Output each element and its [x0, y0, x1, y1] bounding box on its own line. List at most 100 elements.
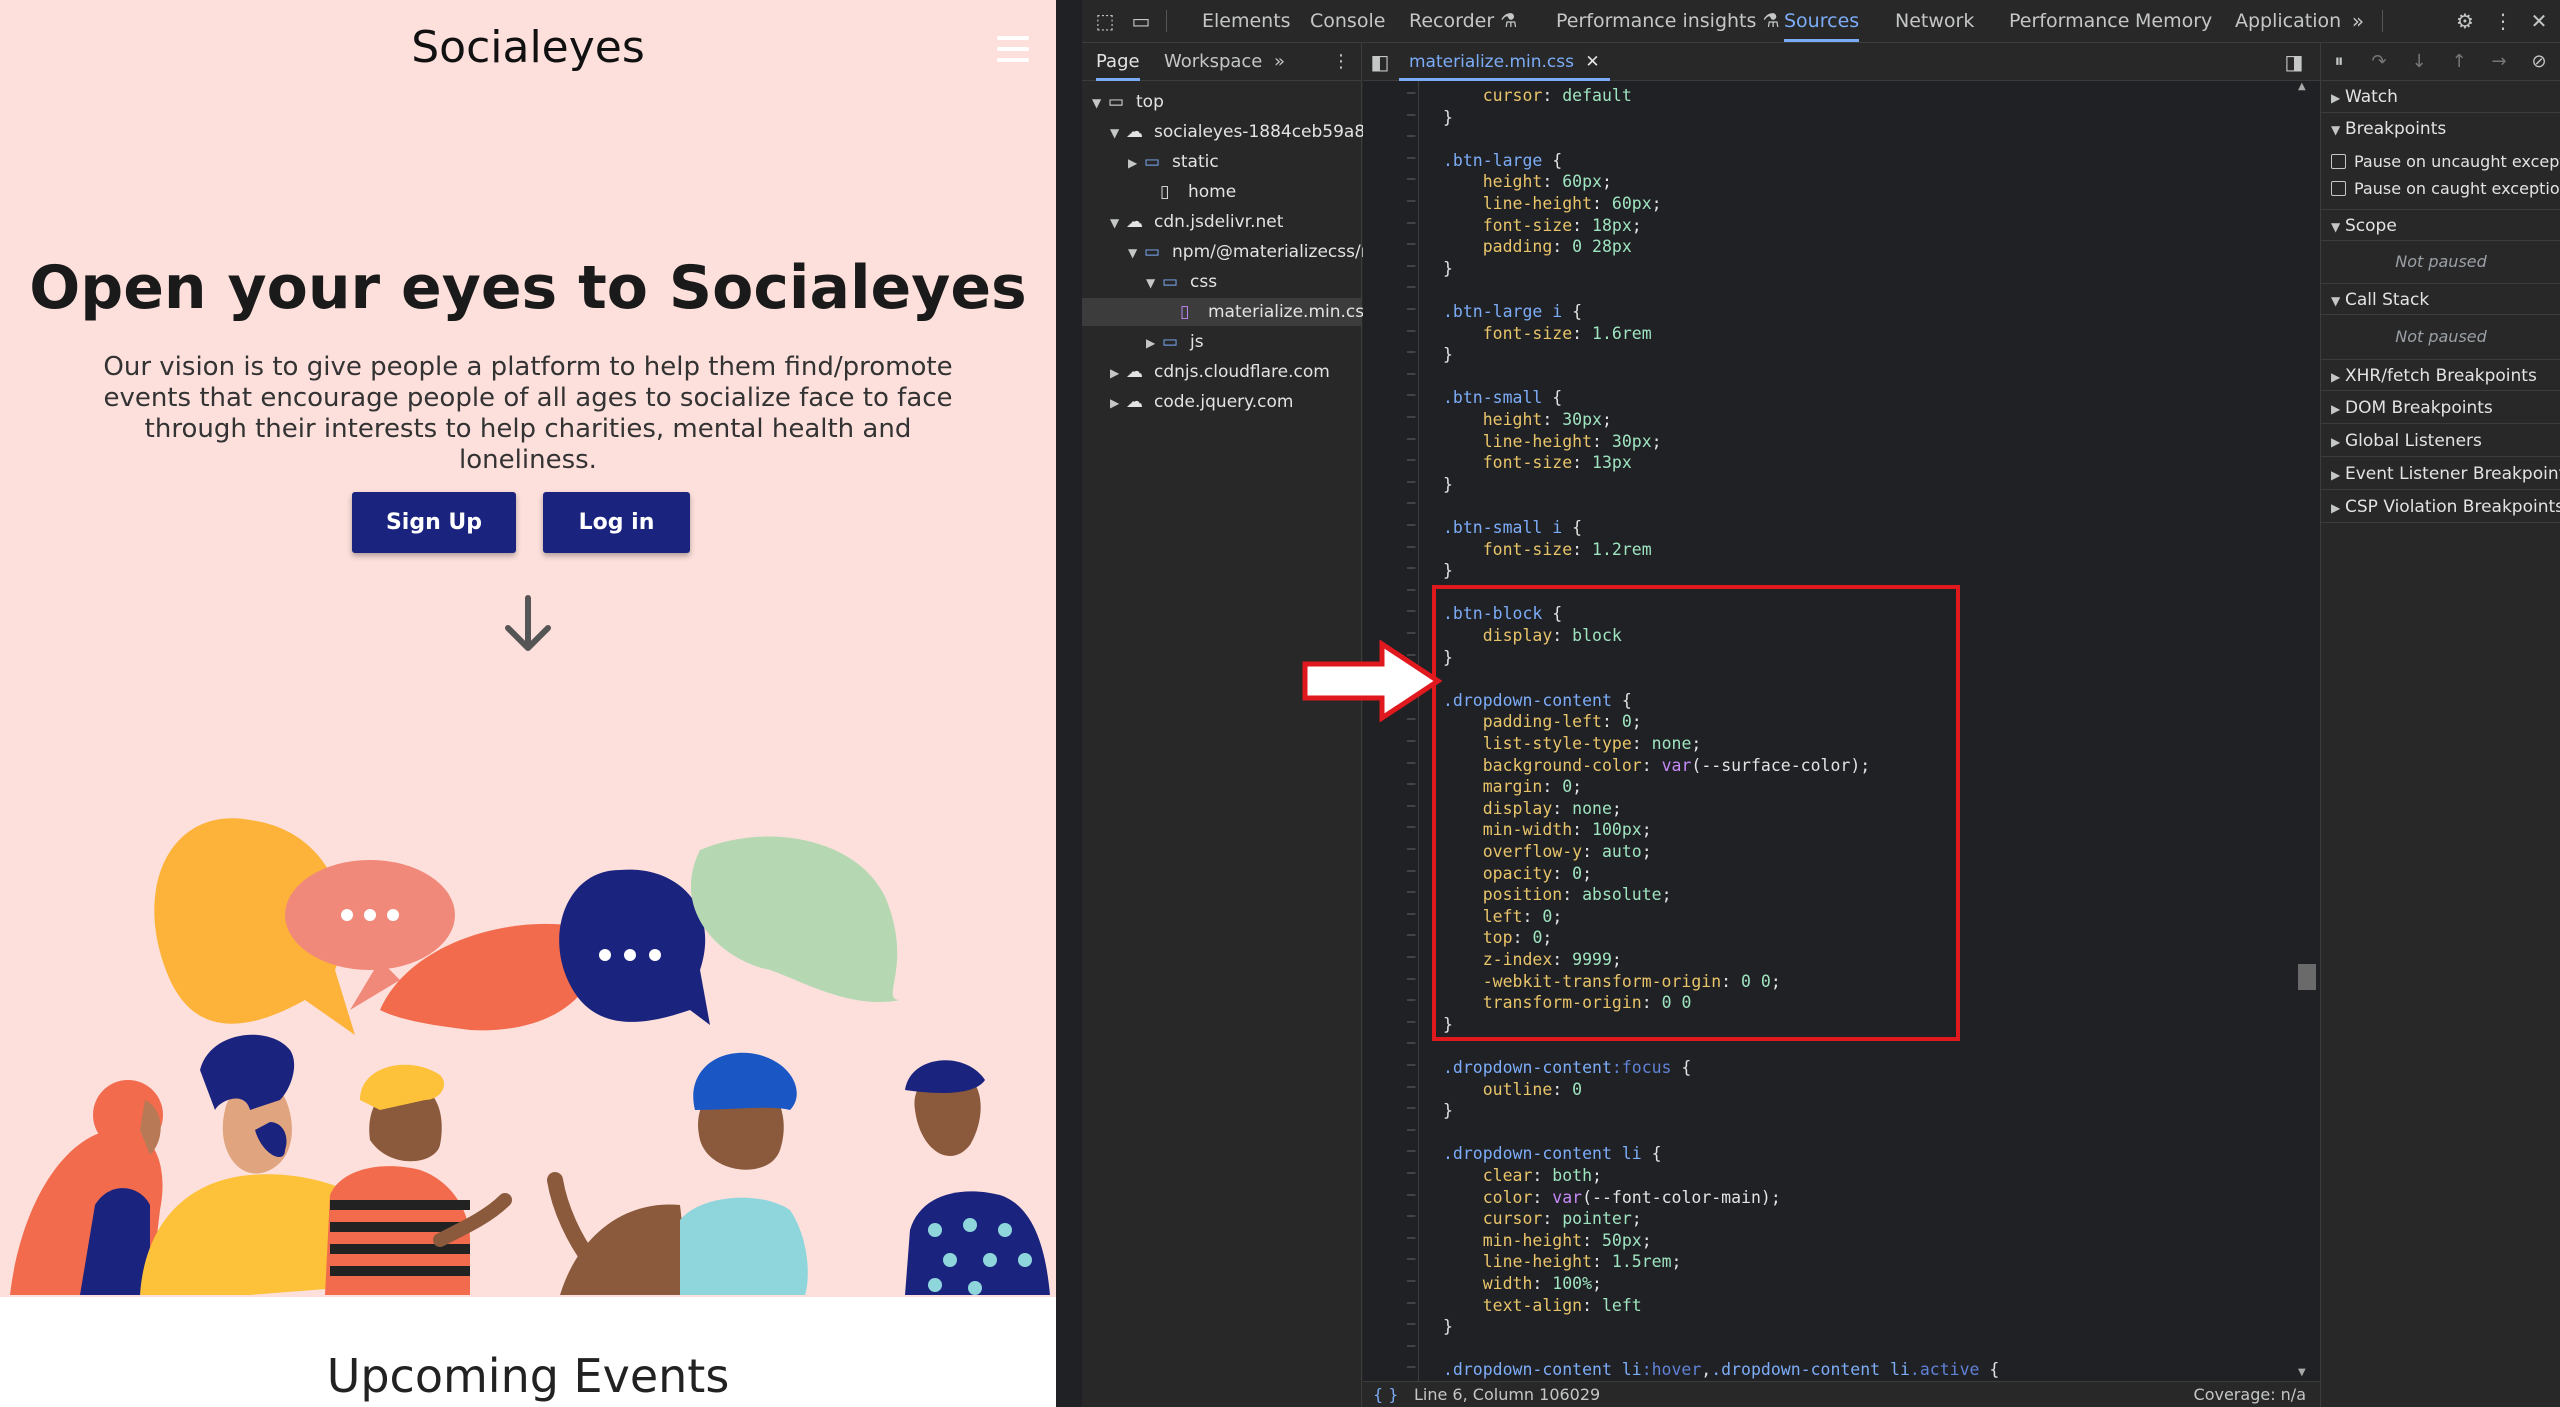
line-marker[interactable]: –: [1407, 1208, 1415, 1224]
line-marker[interactable]: –: [1407, 128, 1415, 144]
section-event-listener-breakpoints[interactable]: ▶ Event Listener Breakpoints: [2321, 458, 2560, 490]
line-marker[interactable]: –: [1407, 193, 1415, 209]
line-marker[interactable]: –: [1407, 236, 1415, 252]
line-marker[interactable]: –: [1407, 927, 1415, 943]
more-tabs-icon[interactable]: »: [2345, 8, 2371, 34]
close-tab-icon[interactable]: ✕: [1585, 52, 1599, 72]
tab-application[interactable]: Application: [2235, 0, 2341, 42]
line-marker[interactable]: –: [1407, 819, 1415, 835]
code-line[interactable]: .dropdown-content li:hover,.dropdown-con…: [1443, 1359, 1999, 1381]
line-marker[interactable]: –: [1407, 1143, 1415, 1159]
line-marker[interactable]: –: [1407, 863, 1415, 879]
line-marker[interactable]: –: [1407, 150, 1415, 166]
editor-file-tab[interactable]: materialize.min.css ✕: [1399, 43, 1610, 81]
line-marker[interactable]: –: [1407, 1187, 1415, 1203]
deactivate-breakpoints-icon[interactable]: ⊘: [2525, 49, 2553, 75]
step-out-icon[interactable]: ↑: [2445, 49, 2473, 75]
code-line[interactable]: .btn-small i {: [1443, 517, 1582, 539]
code-line[interactable]: cursor: pointer;: [1443, 1208, 1642, 1230]
code-line[interactable]: .dropdown-content li {: [1443, 1143, 1662, 1165]
line-marker[interactable]: –: [1407, 733, 1415, 749]
more-nav-tabs-icon[interactable]: »: [1274, 43, 1285, 81]
line-marker[interactable]: –: [1407, 431, 1415, 447]
line-marker[interactable]: –: [1407, 1295, 1415, 1311]
section-csp-breakpoints[interactable]: ▶ CSP Violation Breakpoints: [2321, 491, 2560, 523]
step-icon[interactable]: →: [2485, 49, 2513, 75]
code-line[interactable]: .btn-large {: [1443, 150, 1562, 172]
tree-item-cdnjs[interactable]: ▶ ☁ cdnjs.cloudflare.com: [1110, 358, 1330, 386]
pretty-print-icon[interactable]: { }: [1373, 1382, 1398, 1407]
toggle-navigator-icon[interactable]: ◧: [1367, 49, 1393, 75]
section-breakpoints[interactable]: ▼ Breakpoints: [2321, 113, 2560, 145]
line-marker[interactable]: –: [1407, 841, 1415, 857]
tab-console[interactable]: Console: [1310, 0, 1385, 42]
line-marker[interactable]: –: [1407, 258, 1415, 274]
line-marker[interactable]: –: [1407, 107, 1415, 123]
tab-recorder[interactable]: Recorder ⚗: [1409, 0, 1517, 42]
cursor-position[interactable]: Line 6, Column 106029: [1414, 1382, 1600, 1407]
pause-caught-checkbox[interactable]: Pause on caught exceptions: [2331, 176, 2560, 202]
nav-tab-workspace[interactable]: Workspace: [1164, 43, 1262, 81]
code-line[interactable]: }: [1443, 258, 1453, 280]
line-marker[interactable]: –: [1407, 755, 1415, 771]
code-line[interactable]: }: [1443, 107, 1453, 129]
code-line[interactable]: .dropdown-content:focus {: [1443, 1057, 1691, 1079]
code-line[interactable]: font-size: 1.6rem: [1443, 323, 1652, 345]
line-marker[interactable]: –: [1407, 1359, 1415, 1375]
tab-network[interactable]: Network: [1895, 0, 1974, 42]
section-dom-breakpoints[interactable]: ▶ DOM Breakpoints: [2321, 392, 2560, 424]
tab-sources[interactable]: Sources: [1784, 0, 1860, 42]
tab-performance-insights[interactable]: Performance insights ⚗: [1556, 0, 1779, 42]
code-line[interactable]: height: 60px;: [1443, 171, 1612, 193]
line-marker[interactable]: –: [1407, 323, 1415, 339]
tree-item-jquery[interactable]: ▶ ☁ code.jquery.com: [1110, 388, 1294, 416]
code-line[interactable]: color: var(--font-color-main);: [1443, 1187, 1781, 1209]
code-line[interactable]: clear: both;: [1443, 1165, 1602, 1187]
line-marker[interactable]: –: [1407, 452, 1415, 468]
line-marker[interactable]: –: [1407, 582, 1415, 598]
brand-title[interactable]: Socialeyes: [0, 22, 1056, 73]
tree-item-js[interactable]: ▶ ▭ js: [1146, 328, 1204, 356]
editor-vertical-scrollbar[interactable]: ▲ ▼: [2295, 81, 2317, 1381]
editor-scroll-thumb[interactable]: [2298, 964, 2316, 990]
code-line[interactable]: line-height: 60px;: [1443, 193, 1662, 215]
more-options-icon[interactable]: ⋮: [2490, 8, 2516, 34]
tree-item-static[interactable]: ▶ ▭ static: [1128, 148, 1219, 176]
code-line[interactable]: height: 30px;: [1443, 409, 1612, 431]
code-line[interactable]: }: [1443, 1100, 1453, 1122]
pause-uncaught-checkbox[interactable]: Pause on uncaught exceptions: [2331, 149, 2560, 175]
line-marker[interactable]: –: [1407, 279, 1415, 295]
line-marker[interactable]: –: [1407, 366, 1415, 382]
line-marker[interactable]: –: [1407, 1122, 1415, 1138]
line-gutter[interactable]: – – – – – – – – – – – – – – – – – – – – – – – – – – – – – – – – – – – – – – – –…: [1363, 81, 1419, 1407]
line-marker[interactable]: –: [1407, 1035, 1415, 1051]
line-marker[interactable]: –: [1407, 1230, 1415, 1246]
tree-item-materialize-css[interactable]: ▯ materialize.min.css: [1082, 298, 1373, 326]
scroll-up-icon[interactable]: ▲: [2298, 81, 2306, 92]
line-marker[interactable]: –: [1407, 85, 1415, 101]
line-marker[interactable]: –: [1407, 1251, 1415, 1267]
line-marker[interactable]: –: [1407, 344, 1415, 360]
line-marker[interactable]: –: [1407, 1165, 1415, 1181]
line-marker[interactable]: –: [1407, 906, 1415, 922]
line-marker[interactable]: –: [1407, 1273, 1415, 1289]
tab-elements[interactable]: Elements: [1202, 0, 1291, 42]
step-over-icon[interactable]: ↷: [2365, 49, 2393, 75]
code-line[interactable]: font-size: 13px: [1443, 452, 1632, 474]
code-line[interactable]: font-size: 18px;: [1443, 215, 1642, 237]
close-icon[interactable]: ✕: [2526, 8, 2552, 34]
code-line[interactable]: .btn-small {: [1443, 387, 1562, 409]
line-marker[interactable]: –: [1407, 517, 1415, 533]
tab-memory[interactable]: Memory: [2135, 0, 2212, 42]
code-line[interactable]: }: [1443, 474, 1453, 496]
code-line[interactable]: line-height: 30px;: [1443, 431, 1662, 453]
section-watch[interactable]: ▶ Watch: [2321, 81, 2560, 113]
tree-item-npm[interactable]: ▼ ▭ npm/@materializecss/m: [1128, 238, 1377, 266]
code-line[interactable]: }: [1443, 1316, 1453, 1338]
line-marker[interactable]: –: [1407, 1316, 1415, 1332]
line-marker[interactable]: –: [1407, 1057, 1415, 1073]
toggle-debugger-icon[interactable]: ◨: [2281, 49, 2307, 75]
code-line[interactable]: font-size: 1.2rem: [1443, 539, 1652, 561]
line-marker[interactable]: –: [1407, 1338, 1415, 1354]
navigator-menu-icon[interactable]: ⋮: [1332, 43, 1350, 81]
